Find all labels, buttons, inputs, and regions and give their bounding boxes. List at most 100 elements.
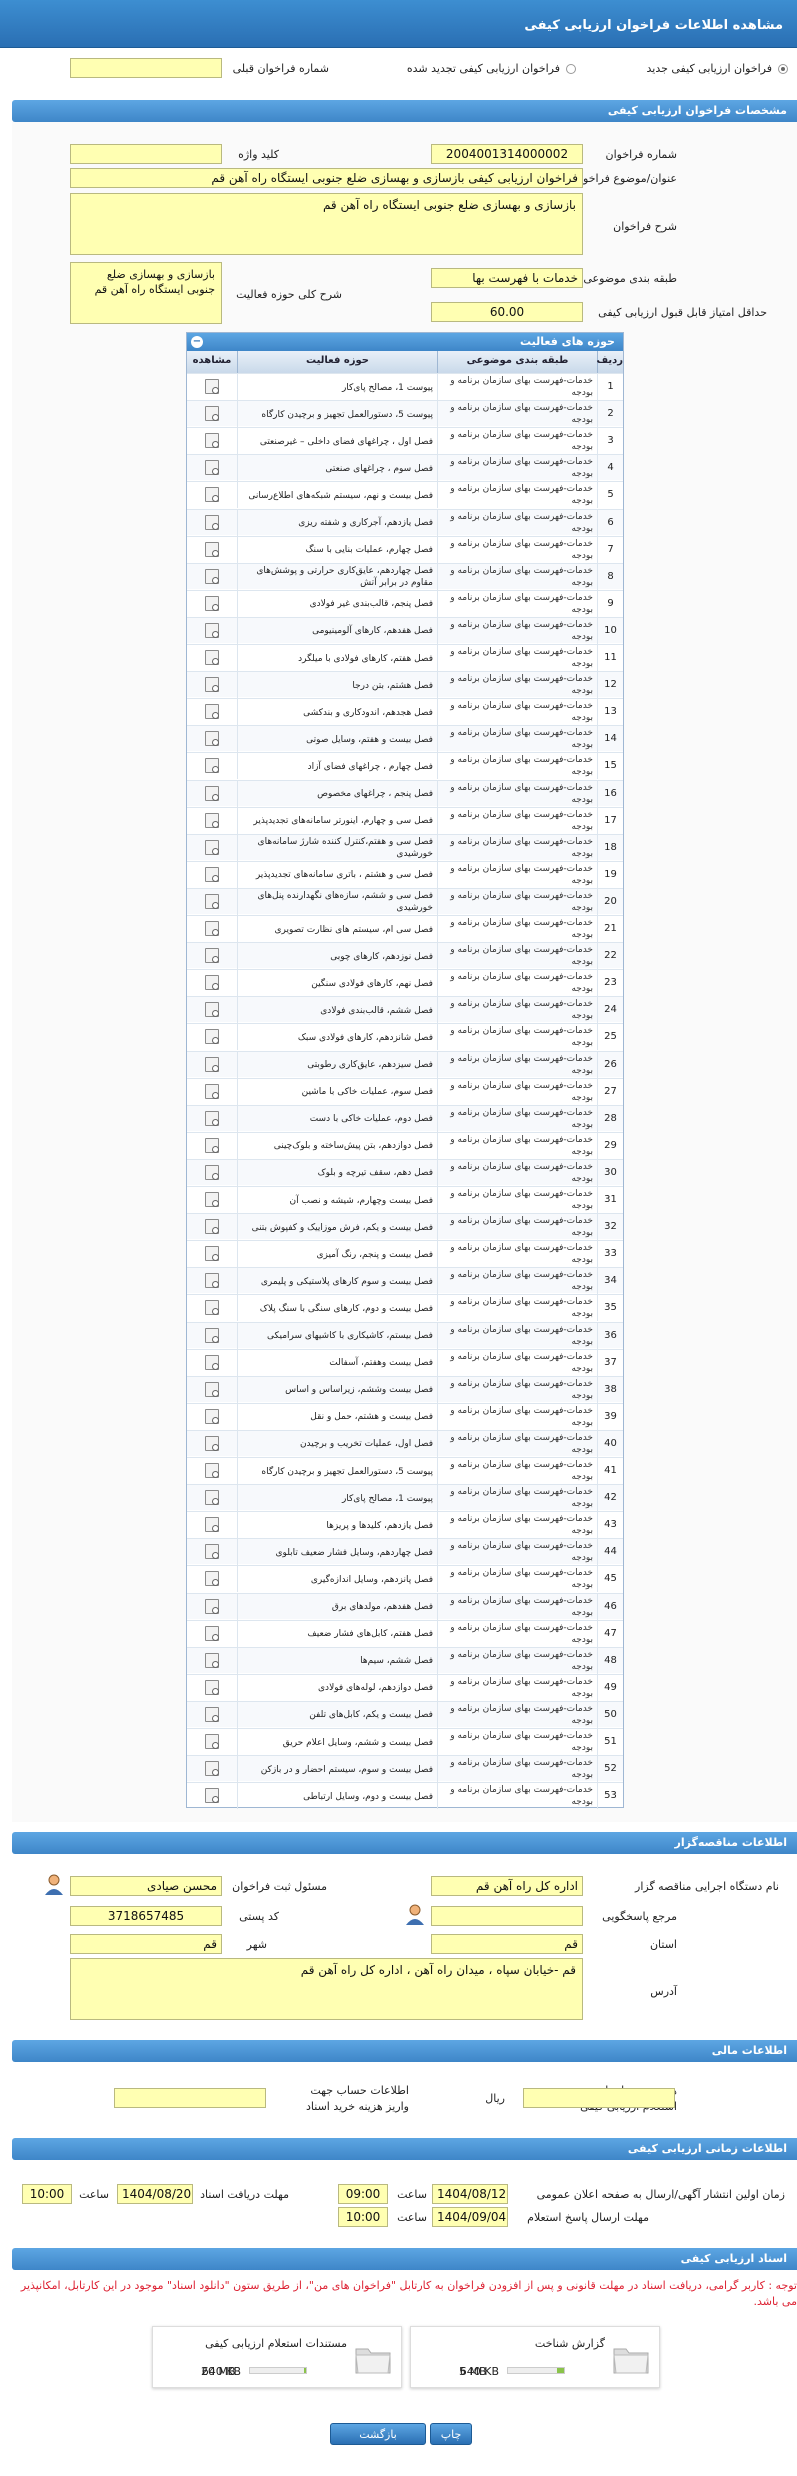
row-activity: فصل دوم، عملیات خاکی با دست [237, 1105, 437, 1132]
row-number: 52 [597, 1756, 623, 1783]
row-activity: فصل بیست و دوم، وسایل ارتباطی [237, 1783, 437, 1810]
view-icon[interactable] [205, 1300, 219, 1316]
view-icon[interactable] [205, 1273, 219, 1289]
view-icon[interactable] [205, 541, 219, 557]
view-icon[interactable] [205, 650, 219, 665]
view-icon[interactable] [205, 1327, 219, 1343]
view-icon[interactable] [205, 1435, 219, 1451]
view-icon[interactable] [205, 1029, 219, 1045]
row-view-cell [187, 889, 237, 915]
view-icon[interactable] [205, 1137, 219, 1153]
view-icon[interactable] [205, 1679, 219, 1695]
receive-date-field[interactable]: 1404/08/20 [117, 2184, 193, 2204]
view-icon[interactable] [205, 1517, 219, 1533]
city-field[interactable]: قم [70, 1934, 222, 1954]
view-icon[interactable] [205, 1625, 219, 1641]
keyword-field[interactable] [70, 144, 222, 164]
view-icon[interactable] [205, 379, 219, 394]
receive-time-field[interactable]: 10:00 [22, 2184, 72, 2204]
view-icon[interactable] [205, 1571, 219, 1587]
view-icon[interactable] [205, 1761, 219, 1777]
view-icon[interactable] [205, 1381, 219, 1397]
view-icon[interactable] [205, 514, 219, 530]
view-icon[interactable] [205, 948, 219, 964]
view-icon[interactable] [205, 1788, 219, 1804]
view-icon[interactable] [205, 812, 219, 828]
view-icon[interactable] [205, 785, 219, 801]
reply-time-field[interactable]: 10:00 [338, 2207, 388, 2227]
address-field[interactable]: قم -خیابان سپاه ، میدان راه آهن ، اداره … [70, 1958, 583, 2020]
file-card[interactable]: گزارش شناخت 640 KB 5 MB [410, 2326, 660, 2388]
view-icon[interactable] [205, 487, 219, 503]
reply-date-field[interactable]: 1404/09/04 [432, 2207, 508, 2227]
org-field[interactable]: اداره کل راه آهن قم [431, 1876, 583, 1896]
publish-time-field[interactable]: 09:00 [338, 2184, 388, 2204]
min-score-field[interactable]: 60.00 [431, 302, 583, 322]
responsible-field[interactable]: محسن صیادی [70, 1876, 222, 1896]
publish-date-field[interactable]: 1404/08/12 [432, 2184, 508, 2204]
subject-field[interactable]: فراخوان ارزیابی کیفی بازسازی و بهسازی ضل… [70, 168, 583, 188]
radio-new[interactable] [778, 64, 788, 74]
view-icon[interactable] [205, 433, 219, 449]
description-field[interactable]: بازسازی و بهسازی ضلع جنوبی ایستگاه راه آ… [70, 193, 583, 255]
view-icon[interactable] [205, 1490, 219, 1506]
user-icon[interactable] [44, 1874, 64, 1896]
view-icon[interactable] [205, 1598, 219, 1614]
view-icon[interactable] [205, 460, 219, 476]
view-icon[interactable] [205, 704, 219, 720]
view-icon[interactable] [205, 1354, 219, 1370]
table-row: 34 خدمات-فهرست بهای سازمان برنامه و بودجه… [187, 1267, 623, 1295]
account-field[interactable] [114, 2088, 266, 2108]
view-icon[interactable] [205, 758, 219, 774]
view-icon[interactable] [205, 1734, 219, 1749]
view-icon[interactable] [205, 1408, 219, 1424]
file-card[interactable]: مستندات استعلام ارزیابی کیفی 640 KB 20 M… [152, 2326, 402, 2388]
view-icon[interactable] [205, 1002, 219, 1018]
view-icon[interactable] [205, 595, 219, 611]
view-icon[interactable] [205, 1706, 219, 1722]
table-row: 37 خدمات-فهرست بهای سازمان برنامه و بودجه… [187, 1348, 623, 1376]
table-row: 16 خدمات-فهرست بهای سازمان برنامه و بودجه… [187, 779, 623, 807]
previous-number-field[interactable] [70, 58, 222, 78]
row-activity: فصل سیزدهم، عایق‌کاری رطوبتی [237, 1051, 437, 1078]
view-icon[interactable] [205, 866, 219, 882]
view-icon[interactable] [205, 731, 219, 747]
postal-field[interactable]: 3718657485 [70, 1906, 222, 1926]
view-icon[interactable] [205, 1219, 219, 1235]
view-icon[interactable] [205, 839, 219, 855]
view-icon[interactable] [205, 1110, 219, 1126]
user-icon[interactable] [405, 1904, 425, 1926]
row-category: خدمات-فهرست بهای سازمان برنامه و بودجه [437, 1403, 597, 1430]
view-icon[interactable] [205, 1463, 219, 1478]
view-icon[interactable] [205, 1544, 219, 1560]
row-number: 2 [597, 401, 623, 428]
view-icon[interactable] [205, 568, 219, 584]
fee-field[interactable] [523, 2088, 675, 2108]
number-field[interactable]: 2004001314000002 [431, 144, 583, 164]
scope-field[interactable]: بازسازی و بهسازی ضلع جنوبی ایستگاه راه آ… [70, 262, 222, 324]
category-field[interactable]: خدمات با فهرست بها [431, 268, 583, 288]
view-icon[interactable] [205, 622, 219, 638]
row-view-cell [187, 374, 237, 400]
reference-field[interactable] [431, 1906, 583, 1926]
view-icon[interactable] [205, 1192, 219, 1207]
row-category: خدمات-فهرست بهای سازمان برنامه و بودجه [437, 699, 597, 726]
view-icon[interactable] [205, 975, 219, 991]
view-icon[interactable] [205, 893, 219, 909]
view-icon[interactable] [205, 677, 219, 693]
view-icon[interactable] [205, 1083, 219, 1099]
province-field[interactable]: قم [431, 1934, 583, 1954]
row-activity: فصل دوازدهم، بتن پیش‌ساخته و بلوک‌چینی [237, 1132, 437, 1159]
row-category: خدمات-فهرست بهای سازمان برنامه و بودجه [437, 590, 597, 617]
view-icon[interactable] [205, 1164, 219, 1180]
view-icon[interactable] [205, 1056, 219, 1072]
view-icon[interactable] [205, 1246, 219, 1262]
print-button[interactable]: چاپ [430, 2423, 472, 2445]
radio-renewed[interactable] [566, 64, 576, 74]
collapse-icon[interactable]: − [191, 336, 203, 348]
view-icon[interactable] [205, 1652, 219, 1668]
view-icon[interactable] [205, 921, 219, 936]
back-button[interactable]: بازگشت [330, 2423, 426, 2445]
row-view-cell [187, 916, 237, 942]
view-icon[interactable] [205, 406, 219, 422]
